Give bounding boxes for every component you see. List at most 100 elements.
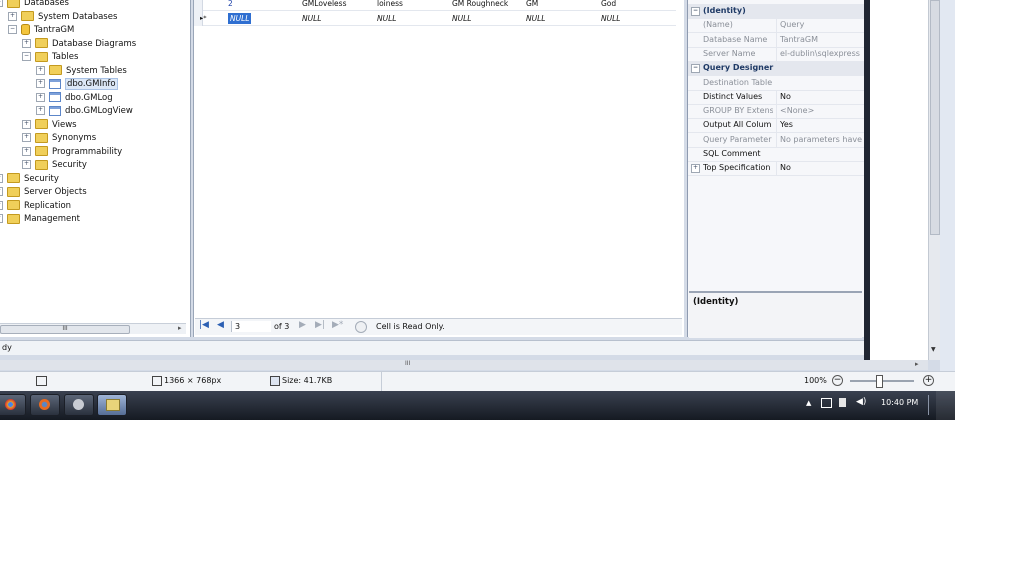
previous-record-icon[interactable]: ◀: [217, 320, 224, 330]
scroll-right-icon[interactable]: ▸: [178, 324, 182, 332]
expand-icon[interactable]: +: [22, 160, 31, 169]
tree-node[interactable]: + System Tables: [36, 65, 127, 78]
tree-node[interactable]: + Replication: [0, 200, 71, 213]
cell-r2-c5[interactable]: NULL: [526, 13, 545, 24]
cell-r1-c5[interactable]: GM: [526, 0, 538, 9]
volume-icon[interactable]: ◀): [856, 397, 866, 407]
expand-icon[interactable]: +: [22, 133, 31, 142]
cell-r1-c4[interactable]: GM Roughneck: [452, 0, 508, 9]
expand-icon[interactable]: +: [691, 164, 700, 174]
next-record-icon[interactable]: ▶: [299, 320, 306, 330]
tree-node[interactable]: − Tables: [22, 51, 78, 64]
tree-node[interactable]: + dbo.GMLogView: [36, 105, 133, 118]
property-row[interactable]: Database Name TantraGM: [688, 32, 864, 48]
property-row[interactable]: SQL Comment: [688, 147, 864, 162]
property-value[interactable]: No: [776, 89, 864, 104]
property-value[interactable]: Yes: [776, 118, 864, 133]
taskbar-clock[interactable]: 10:40 PM: [881, 398, 918, 407]
property-row[interactable]: Destination Table: [688, 76, 864, 91]
expand-icon[interactable]: +: [36, 106, 45, 115]
show-hidden-icons[interactable]: ▲: [806, 399, 811, 407]
cell-r2-c1[interactable]: NULL: [228, 13, 252, 24]
expand-icon[interactable]: +: [0, 173, 3, 183]
first-record-icon[interactable]: |◀: [199, 320, 209, 330]
property-row[interactable]: Output All Colum Yes: [688, 118, 864, 134]
tree-node[interactable]: + dbo.GMInfo: [36, 78, 118, 91]
cell-r1-c6[interactable]: God: [601, 0, 616, 9]
property-row[interactable]: Server Name el-dublin\sqlexpress: [688, 46, 864, 62]
expand-icon[interactable]: +: [22, 119, 31, 129]
property-row[interactable]: GROUP BY Extens <None>: [688, 104, 864, 120]
collapse-icon[interactable]: −: [691, 7, 700, 16]
scroll-right-icon[interactable]: ▸: [915, 360, 919, 368]
cell-r2-c6[interactable]: NULL: [601, 13, 620, 24]
tree-node[interactable]: − TantraGM: [8, 24, 74, 37]
record-number-input[interactable]: 3: [231, 321, 271, 332]
cell-r1-c1[interactable]: 2: [228, 0, 233, 9]
property-value[interactable]: Query: [776, 18, 864, 33]
property-value[interactable]: el-dublin\sqlexpress: [776, 46, 864, 61]
tree-node[interactable]: + Synonyms: [22, 132, 96, 145]
tree-node[interactable]: + Management: [0, 213, 80, 226]
power-icon[interactable]: [839, 398, 846, 407]
zoom-slider[interactable]: [850, 375, 914, 388]
property-row[interactable]: Distinct Values No: [688, 89, 864, 105]
bottom-horizontal-scrollbar[interactable]: III ▸: [0, 360, 928, 370]
stop-icon[interactable]: [355, 321, 367, 333]
expand-icon[interactable]: +: [0, 214, 3, 223]
collapse-icon[interactable]: −: [0, 0, 3, 7]
scrollbar-thumb[interactable]: III: [0, 325, 130, 334]
cell-r2-c4[interactable]: NULL: [452, 13, 471, 24]
property-row[interactable]: Query Parameter No parameters have b: [688, 132, 864, 148]
expand-icon[interactable]: +: [0, 200, 3, 210]
image-viewer-taskbar-icon[interactable]: [97, 394, 127, 416]
show-desktop-button[interactable]: [936, 391, 955, 420]
app-taskbar-icon[interactable]: [64, 394, 94, 416]
tree-node[interactable]: + Server Objects: [0, 186, 87, 199]
cell-r2-c2[interactable]: NULL: [302, 13, 321, 24]
new-record-icon[interactable]: ▶*: [332, 320, 343, 330]
tree-node[interactable]: + Security: [22, 159, 87, 172]
tree-node[interactable]: + System Databases: [8, 11, 117, 24]
collapse-icon[interactable]: −: [691, 64, 700, 74]
tree-node[interactable]: + Views: [22, 119, 77, 132]
property-row[interactable]: (Name) Query: [688, 18, 864, 34]
horizontal-scrollbar[interactable]: III ▸: [0, 323, 186, 334]
collapse-icon[interactable]: −: [22, 52, 31, 61]
expand-icon[interactable]: +: [36, 92, 45, 102]
firefox-taskbar-icon[interactable]: [30, 394, 60, 416]
cell-r2-c3[interactable]: NULL: [377, 13, 396, 24]
expand-icon[interactable]: +: [22, 146, 31, 156]
property-value[interactable]: <None>: [776, 104, 864, 119]
bottom-scrollbar-grip[interactable]: III: [405, 360, 410, 367]
expand-icon[interactable]: +: [22, 38, 31, 48]
cell-r1-c3[interactable]: loiness: [377, 0, 403, 9]
tree-node[interactable]: + Programmability: [22, 146, 122, 159]
last-record-icon[interactable]: ▶|: [315, 320, 325, 330]
cell-r1-c2[interactable]: GMLoveless: [302, 0, 346, 9]
tree-node[interactable]: − Databases: [0, 0, 69, 10]
property-value[interactable]: No parameters have b: [776, 132, 864, 147]
expand-icon[interactable]: +: [36, 65, 45, 75]
tree-node[interactable]: + Security: [0, 173, 59, 186]
zoom-in-icon[interactable]: +: [923, 375, 934, 386]
vertical-scrollbar[interactable]: ▼: [928, 0, 940, 360]
zoom-out-icon[interactable]: −: [832, 375, 843, 386]
expand-icon[interactable]: +: [8, 11, 17, 21]
expand-icon[interactable]: +: [0, 187, 3, 196]
scroll-down-icon[interactable]: ▼: [931, 346, 936, 353]
property-category[interactable]: − Query Designer: [688, 61, 864, 77]
vertical-scrollbar-thumb[interactable]: [930, 0, 940, 235]
property-category[interactable]: − (Identity): [688, 4, 864, 19]
property-value[interactable]: No: [776, 161, 864, 176]
action-center-icon[interactable]: [821, 398, 832, 408]
tree-node[interactable]: + Database Diagrams: [22, 38, 136, 51]
collapse-icon[interactable]: −: [8, 25, 17, 34]
expand-icon[interactable]: +: [36, 79, 45, 88]
tree-node[interactable]: + dbo.GMLog: [36, 92, 113, 105]
zoom-slider-thumb[interactable]: [875, 375, 883, 388]
property-row[interactable]: + Top Specification No: [688, 161, 864, 177]
property-value[interactable]: TantraGM: [776, 32, 864, 47]
record-count: of 3: [274, 322, 290, 331]
chrome-taskbar-icon[interactable]: [0, 394, 26, 416]
